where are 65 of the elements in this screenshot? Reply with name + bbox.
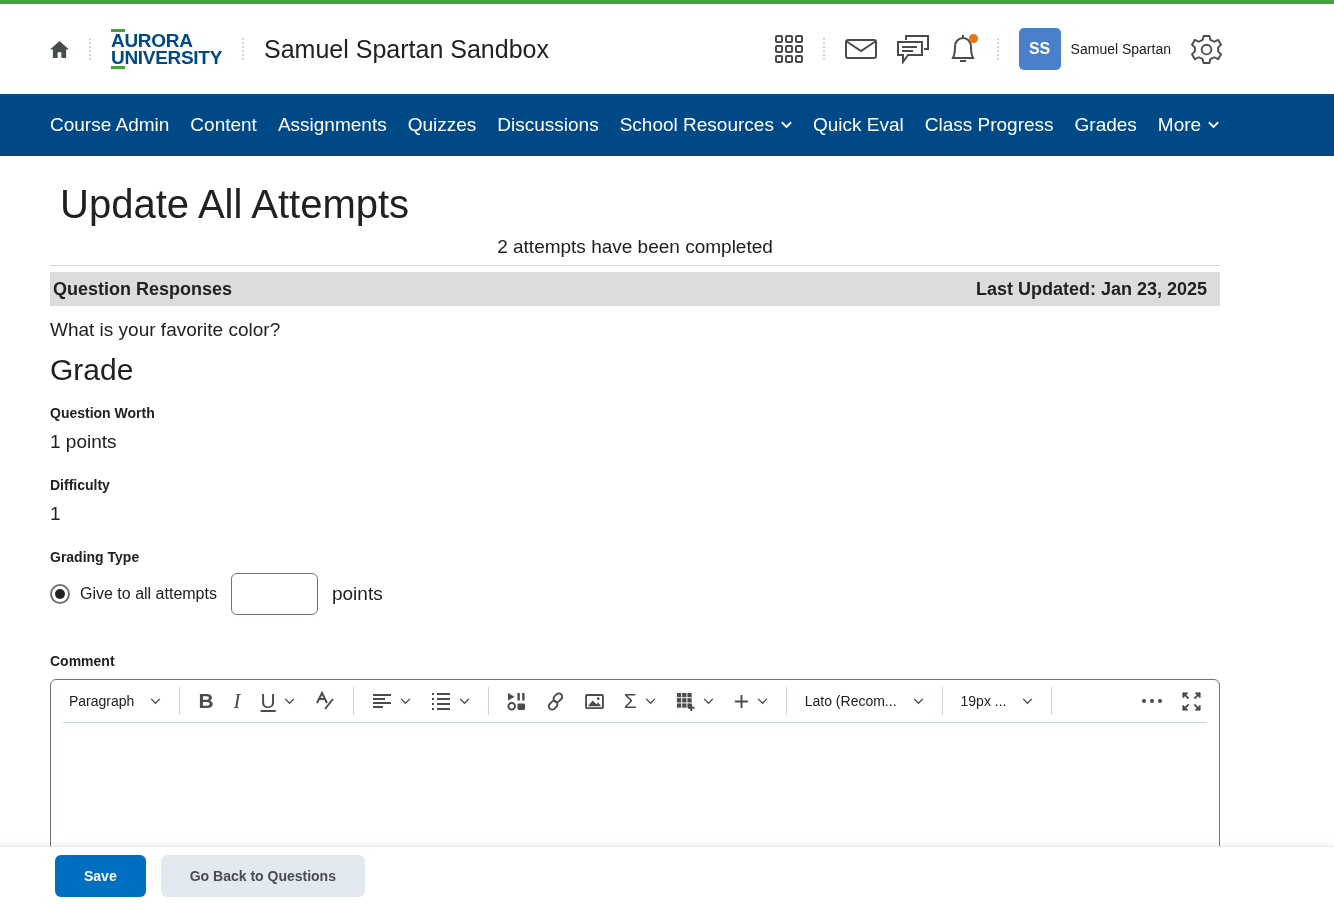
caret-icon	[1208, 121, 1220, 129]
last-updated: Last Updated: Jan 23, 2025	[975, 278, 1207, 300]
points-label: points	[331, 583, 383, 605]
attempts-note: 2 attempts have been completed	[50, 236, 1220, 266]
caret-icon	[283, 697, 295, 705]
table-icon	[675, 691, 695, 711]
save-button[interactable]: Save	[55, 855, 146, 897]
fullscreen-icon	[1182, 691, 1201, 711]
section-title: Question Responses	[53, 278, 233, 300]
format-dropdown[interactable]: Paragraph	[63, 689, 168, 713]
radio-label[interactable]: Give to all attempts	[80, 585, 217, 603]
media-icon	[506, 691, 526, 711]
nav-link[interactable]: Content	[190, 114, 257, 136]
plus-icon	[733, 693, 749, 709]
caret-icon	[458, 697, 470, 705]
format-dropdown[interactable]: Lato (Recom...	[798, 689, 930, 713]
image-icon	[584, 693, 604, 709]
format-dropdown[interactable]: 19px ...	[954, 689, 1040, 713]
caret-icon	[1022, 697, 1034, 705]
nav-link[interactable]: Class Progress	[924, 114, 1054, 136]
page-title: Update All Attempts	[60, 182, 411, 227]
caret-icon	[780, 121, 792, 129]
nav-link[interactable]: Discussions	[497, 114, 599, 136]
nav-link[interactable]: Quizzes	[407, 114, 477, 136]
caret-icon	[912, 697, 924, 705]
field-label: Difficulty	[50, 477, 111, 493]
nav-link[interactable]: More	[1157, 114, 1220, 136]
align-left-icon	[371, 693, 392, 709]
points-input[interactable]	[230, 573, 318, 615]
list-icon	[430, 692, 451, 710]
field-value: 1 points	[50, 431, 118, 453]
field-label: Question Worth	[50, 405, 156, 421]
more-icon	[1142, 699, 1162, 703]
grid-icon[interactable]	[774, 35, 803, 63]
italic-button[interactable]: I	[227, 684, 247, 718]
nav-link[interactable]: School Resources	[619, 114, 792, 136]
text-format-icon	[314, 691, 335, 711]
nav-link[interactable]: Course Admin	[50, 114, 170, 136]
field-label: Grading Type	[50, 549, 141, 565]
user-avatar[interactable]: SS	[1018, 28, 1061, 70]
back-button[interactable]: Go Back to Questions	[160, 855, 365, 897]
mail-icon[interactable]	[844, 39, 877, 59]
caret-icon	[150, 697, 162, 705]
home-icon[interactable]	[50, 40, 69, 58]
caret-icon	[644, 697, 656, 705]
grade-heading: Grade	[50, 353, 135, 387]
nav-link[interactable]: Assignments	[277, 114, 387, 136]
link-icon	[545, 691, 565, 711]
bold-button[interactable]: B	[192, 685, 220, 717]
settings-icon[interactable]	[1191, 33, 1222, 65]
course-title[interactable]: Samuel Spartan Sandbox	[264, 34, 549, 64]
radio-button[interactable]	[50, 584, 70, 604]
equation-button[interactable]: Σ	[617, 685, 662, 717]
university-logo[interactable]: AURORA UNIVERSITY	[111, 29, 223, 69]
caret-icon	[756, 697, 768, 705]
field-value: 1	[50, 503, 62, 525]
user-name[interactable]: Samuel Spartan	[1070, 41, 1171, 57]
field-label: Comment	[50, 653, 116, 669]
question-text: What is your favorite color?	[50, 319, 282, 341]
nav-link[interactable]: Quick Eval	[812, 114, 904, 136]
nav-link[interactable]: Grades	[1074, 114, 1137, 136]
caret-icon	[702, 697, 714, 705]
underline-button[interactable]: U	[254, 685, 301, 717]
chat-icon[interactable]	[896, 34, 929, 64]
caret-icon	[399, 697, 411, 705]
